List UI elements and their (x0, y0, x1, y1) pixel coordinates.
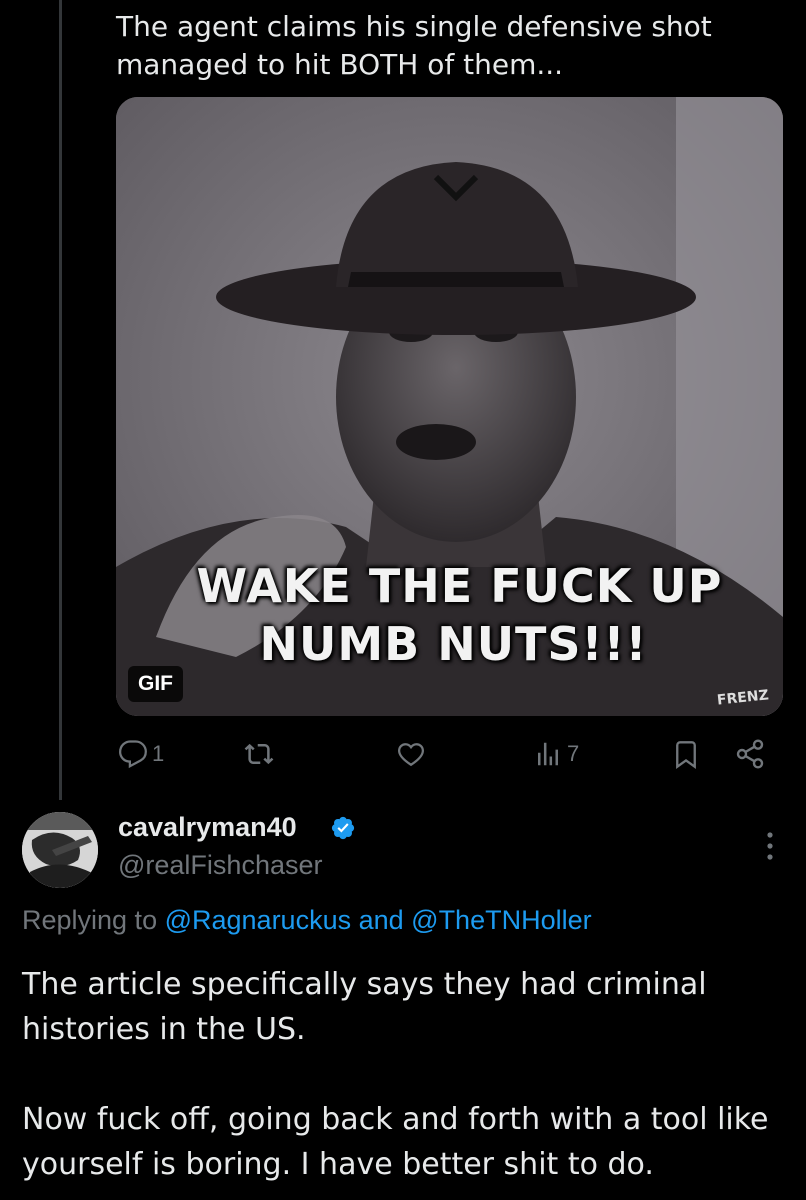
mention-connector: and (351, 905, 412, 935)
tweet-paragraph-2: Now fuck off, going back and forth with … (22, 1102, 769, 1182)
gif-caption-line-1: WAKE THE FUCK UP (196, 559, 723, 613)
replying-to-label: Replying to (22, 905, 165, 935)
user-handle[interactable]: @realFishchaser (118, 850, 322, 881)
gif-badge: GIF (128, 666, 183, 702)
reply-icon (118, 740, 147, 769)
display-name[interactable]: cavalryman40 (118, 812, 297, 843)
thread-connector-line (59, 0, 62, 800)
tweet-paragraph-1: The article specifically says they had c… (22, 967, 707, 1047)
verified-badge-icon (331, 816, 355, 840)
bookmark-icon (676, 741, 696, 769)
bookmark-button[interactable] (672, 734, 700, 774)
share-button[interactable] (734, 734, 766, 774)
previous-tweet-text: The agent claims his single defensive sh… (116, 10, 712, 81)
gif-caption-line-2: NUMB NUTS!!! (259, 617, 648, 671)
views-count: 7 (567, 741, 580, 766)
share-icon (736, 739, 764, 769)
views-button[interactable]: 7 (533, 734, 579, 774)
tweet-thread: The agent claims his single defensive sh… (0, 0, 806, 1200)
mention-link-ragnaruckus[interactable]: @Ragnaruckus (165, 905, 352, 935)
replying-to-line: Replying to @Ragnaruckus and @TheTNHolle… (22, 905, 592, 936)
like-button[interactable] (396, 734, 426, 774)
reply-count: 1 (152, 741, 165, 766)
avatar[interactable] (22, 812, 98, 888)
more-options-icon[interactable] (756, 828, 784, 864)
retweet-icon (244, 743, 274, 765)
tweet-action-bar: 1 7 (0, 734, 806, 774)
reply-button[interactable]: 1 (118, 734, 164, 774)
avatar-image (22, 812, 98, 888)
reply-tweet-text: The article specifically says they had c… (22, 962, 792, 1187)
like-icon (397, 743, 425, 767)
views-icon (538, 742, 558, 766)
mention-link-thetnholler[interactable]: @TheTNHoller (411, 905, 591, 935)
gif-media[interactable]: WAKE THE FUCK UP NUMB NUTS!!! FRENZ (116, 97, 783, 716)
retweet-button[interactable] (243, 734, 275, 774)
